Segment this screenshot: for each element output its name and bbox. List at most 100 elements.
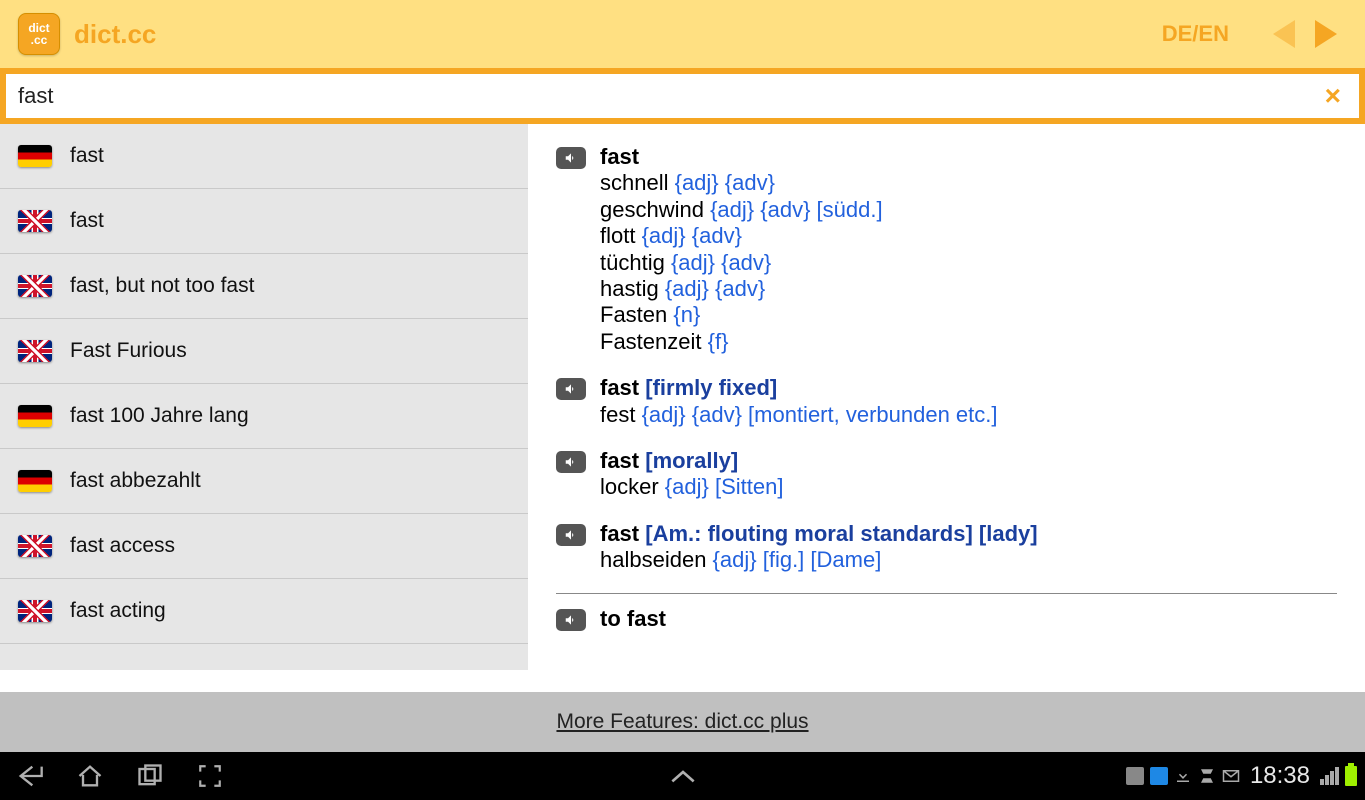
grammar-tag: {adj} {adv} [642, 223, 742, 248]
headword: fast [600, 144, 639, 169]
headword-qualifier: [morally] [639, 448, 738, 473]
suggestion-text: fast access [70, 534, 175, 558]
translation-line: Fastenzeit {f} [600, 329, 1337, 355]
translation-word: Fasten [600, 302, 673, 327]
language-toggle[interactable]: DE/EN [1162, 21, 1229, 47]
suggestion-text: fast [70, 144, 104, 168]
suggestion-item[interactable]: fast [0, 124, 528, 189]
search-bar: × [0, 68, 1365, 124]
speaker-icon [564, 613, 578, 627]
audio-button[interactable] [556, 524, 586, 546]
translation-word: tüchtig [600, 250, 671, 275]
screenshot-button[interactable] [180, 752, 240, 800]
headword: fast [600, 375, 639, 400]
audio-button[interactable] [556, 451, 586, 473]
play-store-icon [1198, 767, 1216, 785]
usage-note: [montiert, verbunden etc.] [742, 402, 998, 427]
entry-body: fast [firmly fixed]fest {adj} {adv} [mon… [600, 375, 1337, 428]
grammar-tag: {adj} {adv} [671, 250, 771, 275]
suggestion-item[interactable]: fast access [0, 514, 528, 579]
suggestion-text: fast, but not too fast [70, 274, 254, 298]
translation-line: fest {adj} {adv} [montiert, verbunden et… [600, 402, 1337, 428]
clear-search-button[interactable]: × [1319, 80, 1347, 112]
grammar-tag: {f} [708, 329, 729, 354]
result-entry: fastschnell {adj} {adv}geschwind {adj} {… [556, 144, 1337, 355]
translation-word: geschwind [600, 197, 710, 222]
translation-word: locker [600, 474, 665, 499]
entry-body: to fast [600, 606, 1337, 632]
app-header: dict .cc dict.cc DE/EN [0, 0, 1365, 68]
translation-word: halbseiden [600, 547, 713, 572]
flag-en-icon [18, 275, 52, 297]
translation-line: schnell {adj} {adv} [600, 170, 1337, 196]
translation-line: flott {adj} {adv} [600, 223, 1337, 249]
headword-line: fast [Am.: flouting moral standards] [la… [600, 521, 1337, 547]
promo-banner[interactable]: More Features: dict.cc plus [0, 692, 1365, 752]
entry-body: fast [morally]locker {adj} [Sitten] [600, 448, 1337, 501]
headword-line: fast [600, 144, 1337, 170]
result-entry: fast [morally]locker {adj} [Sitten] [556, 448, 1337, 501]
translation-word: Fastenzeit [600, 329, 708, 354]
suggestion-item[interactable]: fast 100 Jahre lang [0, 384, 528, 449]
suggestion-item[interactable]: fast acting [0, 579, 528, 644]
home-button[interactable] [60, 752, 120, 800]
doc-icon [1126, 767, 1144, 785]
grammar-tag: {n} [673, 302, 700, 327]
result-divider [556, 593, 1337, 594]
flag-en-icon [18, 210, 52, 232]
translation-word: hastig [600, 276, 665, 301]
audio-button[interactable] [556, 378, 586, 400]
headword: fast [600, 521, 639, 546]
headword-qualifier: [Am.: flouting moral standards] [lady] [639, 521, 1037, 546]
suggestion-text: fast acting [70, 599, 166, 623]
skype-icon [1150, 767, 1168, 785]
speaker-icon [564, 528, 578, 542]
headword-line: fast [firmly fixed] [600, 375, 1337, 401]
audio-button[interactable] [556, 609, 586, 631]
search-input[interactable] [18, 83, 1319, 109]
suggestion-item[interactable]: Fast Furious [0, 319, 528, 384]
translation-line: tüchtig {adj} {adv} [600, 250, 1337, 276]
usage-note: [fig.] [Dame] [757, 547, 882, 572]
speaker-icon [564, 455, 578, 469]
close-icon: × [1325, 80, 1341, 111]
result-entry: fast [Am.: flouting moral standards] [la… [556, 521, 1337, 574]
status-tray: 18:38 [1126, 762, 1365, 790]
audio-button[interactable] [556, 147, 586, 169]
suggestion-text: Fast Furious [70, 339, 187, 363]
suggestion-text: fast [70, 209, 104, 233]
headword-line: to fast [600, 606, 1337, 632]
suggestion-text: fast abbezahlt [70, 469, 201, 493]
suggestion-item[interactable]: fast abbezahlt [0, 449, 528, 514]
grammar-tag: {adj} {adv} [710, 197, 810, 222]
usage-note: [Sitten] [709, 474, 784, 499]
suggestion-list: fast fast fast, but not too fast Fast Furio… [0, 124, 528, 670]
android-navbar: 18:38 [0, 752, 1365, 800]
entry-body: fastschnell {adj} {adv}geschwind {adj} {… [600, 144, 1337, 355]
download-icon [1174, 767, 1192, 785]
suggestion-text: fast 100 Jahre lang [70, 404, 249, 428]
next-arrow-icon[interactable] [1315, 20, 1337, 48]
translation-line: halbseiden {adj} [fig.] [Dame] [600, 547, 1337, 573]
recent-apps-button[interactable] [120, 752, 180, 800]
mail-icon [1222, 767, 1240, 785]
speaker-icon [564, 382, 578, 396]
grammar-tag: {adj} {adv} [665, 276, 765, 301]
app-title: dict.cc [74, 19, 156, 50]
grammar-tag: {adj} {adv} [675, 170, 775, 195]
suggestion-item[interactable]: fast [0, 189, 528, 254]
results-panel: fastschnell {adj} {adv}geschwind {adj} {… [528, 124, 1365, 670]
battery-icon [1345, 766, 1357, 786]
usage-note: [südd.] [810, 197, 882, 222]
flag-en-icon [18, 340, 52, 362]
back-button[interactable] [0, 752, 60, 800]
app-icon[interactable]: dict .cc [18, 13, 60, 55]
suggestion-item[interactable]: fast, but not too fast [0, 254, 528, 319]
app-icon-text: dict .cc [19, 22, 59, 46]
prev-arrow-icon[interactable] [1273, 20, 1295, 48]
result-entry: fast [firmly fixed]fest {adj} {adv} [mon… [556, 375, 1337, 428]
speaker-icon [564, 151, 578, 165]
flag-de-icon [18, 470, 52, 492]
result-entry: to fast [556, 606, 1337, 632]
nav-expand[interactable] [240, 768, 1126, 784]
